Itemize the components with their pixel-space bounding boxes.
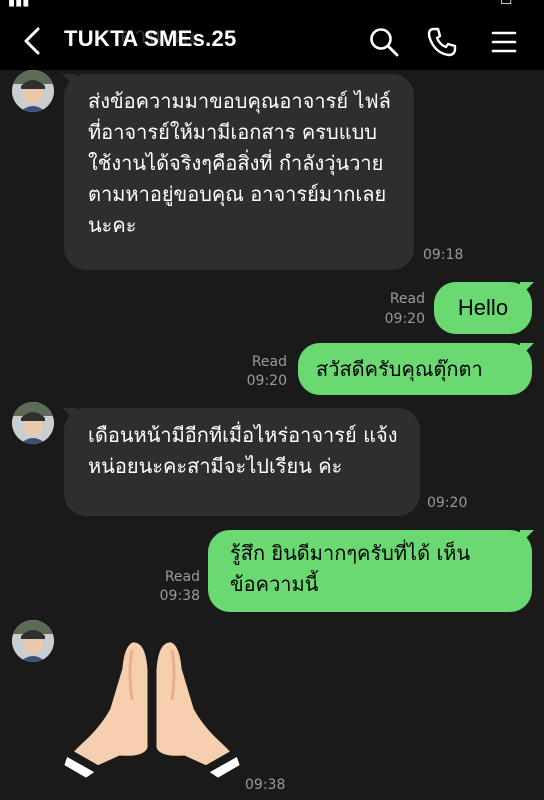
message-time: 09:18 (423, 247, 464, 263)
battery-icon: ▭ (500, 0, 513, 9)
message-time: 09:20 (384, 311, 425, 327)
chat-area[interactable]: ส่งข้อความมาขอบคุณอาจารย์ ไฟล์ที่อาจารย์… (0, 70, 544, 800)
bubble-tail (520, 530, 534, 544)
avatar[interactable] (12, 620, 54, 662)
menu-icon[interactable] (488, 26, 520, 58)
read-receipt: Read (164, 569, 200, 585)
incoming-message[interactable]: เดือนหน้ามีอีกทีเมื่อไหร่อาจารย์ แจ้งหน่… (64, 408, 420, 516)
avatar[interactable] (12, 70, 54, 112)
profile-photo-icon (12, 620, 54, 662)
read-receipt: Read (389, 291, 425, 307)
message-time: 09:38 (245, 777, 286, 793)
message-time: 09:20 (427, 495, 468, 511)
outgoing-message[interactable]: Hello (434, 282, 532, 334)
phone-icon[interactable] (426, 26, 458, 58)
incoming-message[interactable]: ส่งข้อความมาขอบคุณอาจารย์ ไฟล์ที่อาจารย์… (64, 74, 414, 270)
profile-photo-icon (12, 402, 54, 444)
signal-icon: ▮▮▮ (8, 0, 30, 9)
profile-photo-icon (12, 70, 54, 112)
bubble-tail (520, 282, 534, 296)
message-time: 09:38 (159, 588, 200, 604)
message-time: 09:20 (246, 373, 287, 389)
bubble-tail (520, 343, 534, 357)
outgoing-message[interactable]: สวัสดีครับคุณตุ๊กตา (298, 343, 532, 395)
read-receipt: Read (251, 354, 287, 370)
chat-header: ตานะคะ TUKTA SMEs.25 (0, 10, 544, 70)
folded-hands-sticker[interactable] (62, 630, 242, 780)
outgoing-message[interactable]: รู้สึก ยินดีมากๆครับที่ได้ เห็น ข้อความน… (208, 530, 532, 612)
search-icon[interactable] (368, 26, 400, 58)
back-arrow-icon[interactable] (18, 26, 48, 56)
chat-title: TUKTA SMEs.25 (64, 26, 237, 51)
status-bar: ▮▮▮ ▭ (0, 0, 544, 10)
avatar[interactable] (12, 402, 54, 444)
